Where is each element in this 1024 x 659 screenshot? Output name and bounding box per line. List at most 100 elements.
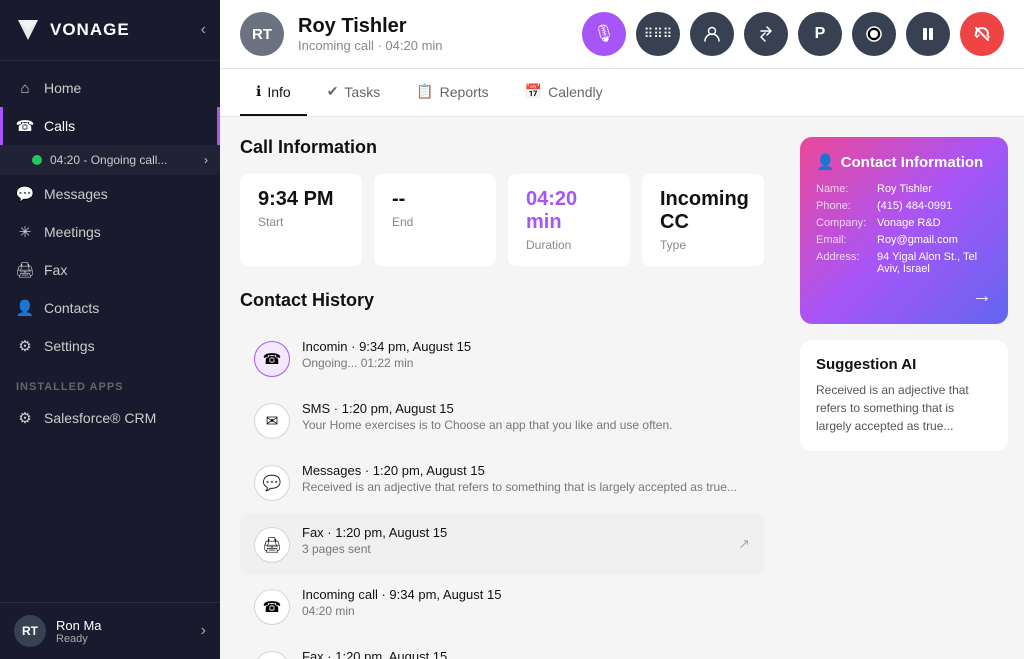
hangup-button[interactable] (960, 12, 1004, 56)
tab-reports[interactable]: 📋 Reports (400, 69, 504, 116)
transfer-button[interactable] (744, 12, 788, 56)
contact-card-title: 👤 Contact Information (816, 153, 992, 171)
sidebar-item-settings[interactable]: ⚙ Settings (0, 327, 220, 365)
tab-info[interactable]: ℹ Info (240, 69, 307, 116)
list-item[interactable]: 🖨 Fax · 1:20 pm, August 15 1 pages recei… (240, 637, 764, 659)
calls-icon: ☎ (16, 117, 34, 135)
list-item[interactable]: ✉ SMS · 1:20 pm, August 15 Your Home exe… (240, 389, 764, 451)
history-text-3: Fax · 1:20 pm, August 15 3 pages sent (302, 525, 750, 556)
sidebar-item-calls[interactable]: ☎ Calls (0, 107, 220, 145)
ongoing-call-chevron: › (204, 153, 208, 167)
ongoing-call-left: 04:20 - Ongoing call... (32, 153, 167, 167)
list-item[interactable]: 💬 Messages · 1:20 pm, August 15 Received… (240, 451, 764, 513)
vonage-title-text: VONAGE (50, 20, 130, 40)
sidebar-item-messages[interactable]: 💬 Messages (0, 175, 220, 213)
suggestion-ai-card: Suggestion AI Received is an adjective t… (800, 340, 1008, 451)
sidebar-footer: RT Ron Ma Ready › (0, 602, 220, 659)
fax-icon: 🖨 (16, 261, 34, 279)
pause-button[interactable] (906, 12, 950, 56)
call-actions: 🎙 ⠿⠿⠿ P (582, 12, 1004, 56)
history-icon-1: ✉ (254, 403, 290, 439)
meetings-icon: ✳ (16, 223, 34, 241)
calendly-tab-icon: 📅 (525, 83, 542, 100)
history-title-0: Incomin · 9:34 pm, August 15 (302, 339, 750, 354)
contacts-label: Contacts (44, 300, 99, 316)
info-tab-icon: ℹ (256, 83, 261, 100)
sidebar-item-salesforce[interactable]: ⚙ Salesforce® CRM (0, 399, 220, 437)
contact-history-title: Contact History (240, 290, 764, 311)
contact-label-company: Company: (816, 217, 871, 229)
contact-card: 👤 Contact Information Name: Roy Tishler … (800, 137, 1008, 324)
sidebar-item-contacts[interactable]: 👤 Contacts (0, 289, 220, 327)
vonage-logo-icon (14, 16, 42, 44)
record-button[interactable] (852, 12, 896, 56)
vonage-logo: VONAGE (14, 16, 130, 44)
ongoing-call-item[interactable]: 04:20 - Ongoing call... › (0, 145, 220, 175)
calls-label: Calls (44, 118, 75, 134)
sidebar-item-home[interactable]: ⌂ Home (0, 69, 220, 107)
caller-initials: RT (252, 26, 272, 43)
suggestion-ai-title: Suggestion AI (816, 356, 992, 373)
contact-field-company: Company: Vonage R&D (816, 217, 992, 229)
list-item[interactable]: ☎ Incoming call · 9:34 pm, August 15 04:… (240, 575, 764, 637)
installed-apps-label: INSTALLED APPS (0, 365, 220, 399)
end-label: End (392, 215, 478, 229)
mute-button[interactable]: 🎙 (582, 12, 626, 56)
list-item[interactable]: 🖨 Fax · 1:20 pm, August 15 3 pages sent … (240, 513, 764, 575)
caller-subtitle: Incoming call · 04:20 min (298, 38, 443, 53)
type-label: Type (660, 238, 746, 252)
home-label: Home (44, 80, 81, 96)
history-icon-0: ☎ (254, 341, 290, 377)
calendly-tab-label: Calendly (548, 84, 602, 100)
duration-label: Duration (526, 238, 612, 252)
caller-details: Roy Tishler Incoming call · 04:20 min (298, 15, 443, 53)
tab-tasks[interactable]: ✔ Tasks (311, 69, 397, 116)
history-text-2: Messages · 1:20 pm, August 15 Received i… (302, 463, 750, 494)
user-status: Ready (56, 633, 102, 645)
tasks-tab-label: Tasks (344, 84, 380, 100)
contact-label-email: Email: (816, 234, 871, 246)
history-title-2: Messages · 1:20 pm, August 15 (302, 463, 750, 478)
contacts-action-button[interactable] (690, 12, 734, 56)
list-item[interactable]: ☎ Incomin · 9:34 pm, August 15 Ongoing..… (240, 327, 764, 389)
history-icon-2: 💬 (254, 465, 290, 501)
contact-field-email: Email: Roy@gmail.com (816, 234, 992, 246)
user-info: RT Ron Ma Ready (14, 615, 102, 647)
sidebar: VONAGE ‹ ⌂ Home ☎ Calls 04:20 - Ongoing … (0, 0, 220, 659)
contact-value-email: Roy@gmail.com (877, 234, 958, 246)
content-area: Call Information 9:34 PM Start -- End 04… (220, 117, 1024, 659)
contact-value-address: 94 Yigal Alon St., Tel Aviv, Israel (877, 251, 992, 275)
tab-calendly[interactable]: 📅 Calendly (509, 69, 619, 116)
history-icon-3: 🖨 (254, 527, 290, 563)
history-text-4: Incoming call · 9:34 pm, August 15 04:20… (302, 587, 750, 618)
user-name: Ron Ma (56, 618, 102, 633)
contact-field-name: Name: Roy Tishler (816, 183, 992, 195)
external-link-icon[interactable]: ↗ (738, 536, 750, 553)
sidebar-item-meetings[interactable]: ✳ Meetings (0, 213, 220, 251)
history-title-5: Fax · 1:20 pm, August 15 (302, 649, 750, 659)
main-panel: RT Roy Tishler Incoming call · 04:20 min… (220, 0, 1024, 659)
reports-tab-label: Reports (440, 84, 489, 100)
contact-arrow-button[interactable]: → (816, 285, 992, 308)
keypad-button[interactable]: ⠿⠿⠿ (636, 12, 680, 56)
caller-name: Roy Tishler (298, 15, 443, 38)
messages-label: Messages (44, 186, 108, 202)
fax-label: Fax (44, 262, 67, 278)
sidebar-header: VONAGE ‹ (0, 0, 220, 61)
contact-field-address: Address: 94 Yigal Alon St., Tel Aviv, Is… (816, 251, 992, 275)
meetings-label: Meetings (44, 224, 101, 240)
history-title-1: SMS · 1:20 pm, August 15 (302, 401, 750, 416)
user-details: Ron Ma Ready (56, 618, 102, 645)
type-value: Incoming CC (660, 188, 746, 234)
history-text-5: Fax · 1:20 pm, August 15 1 pages receive… (302, 649, 750, 659)
tabs-bar: ℹ Info ✔ Tasks 📋 Reports 📅 Calendly (220, 69, 1024, 117)
history-text-1: SMS · 1:20 pm, August 15 Your Home exerc… (302, 401, 750, 432)
start-label: Start (258, 215, 344, 229)
p-button[interactable]: P (798, 12, 842, 56)
contact-value-company: Vonage R&D (877, 217, 941, 229)
start-card: 9:34 PM Start (240, 174, 362, 266)
history-desc-1: Your Home exercises is to Choose an app … (302, 418, 750, 432)
user-chevron[interactable]: › (201, 622, 206, 640)
sidebar-collapse-button[interactable]: ‹ (201, 21, 206, 39)
sidebar-item-fax[interactable]: 🖨 Fax (0, 251, 220, 289)
